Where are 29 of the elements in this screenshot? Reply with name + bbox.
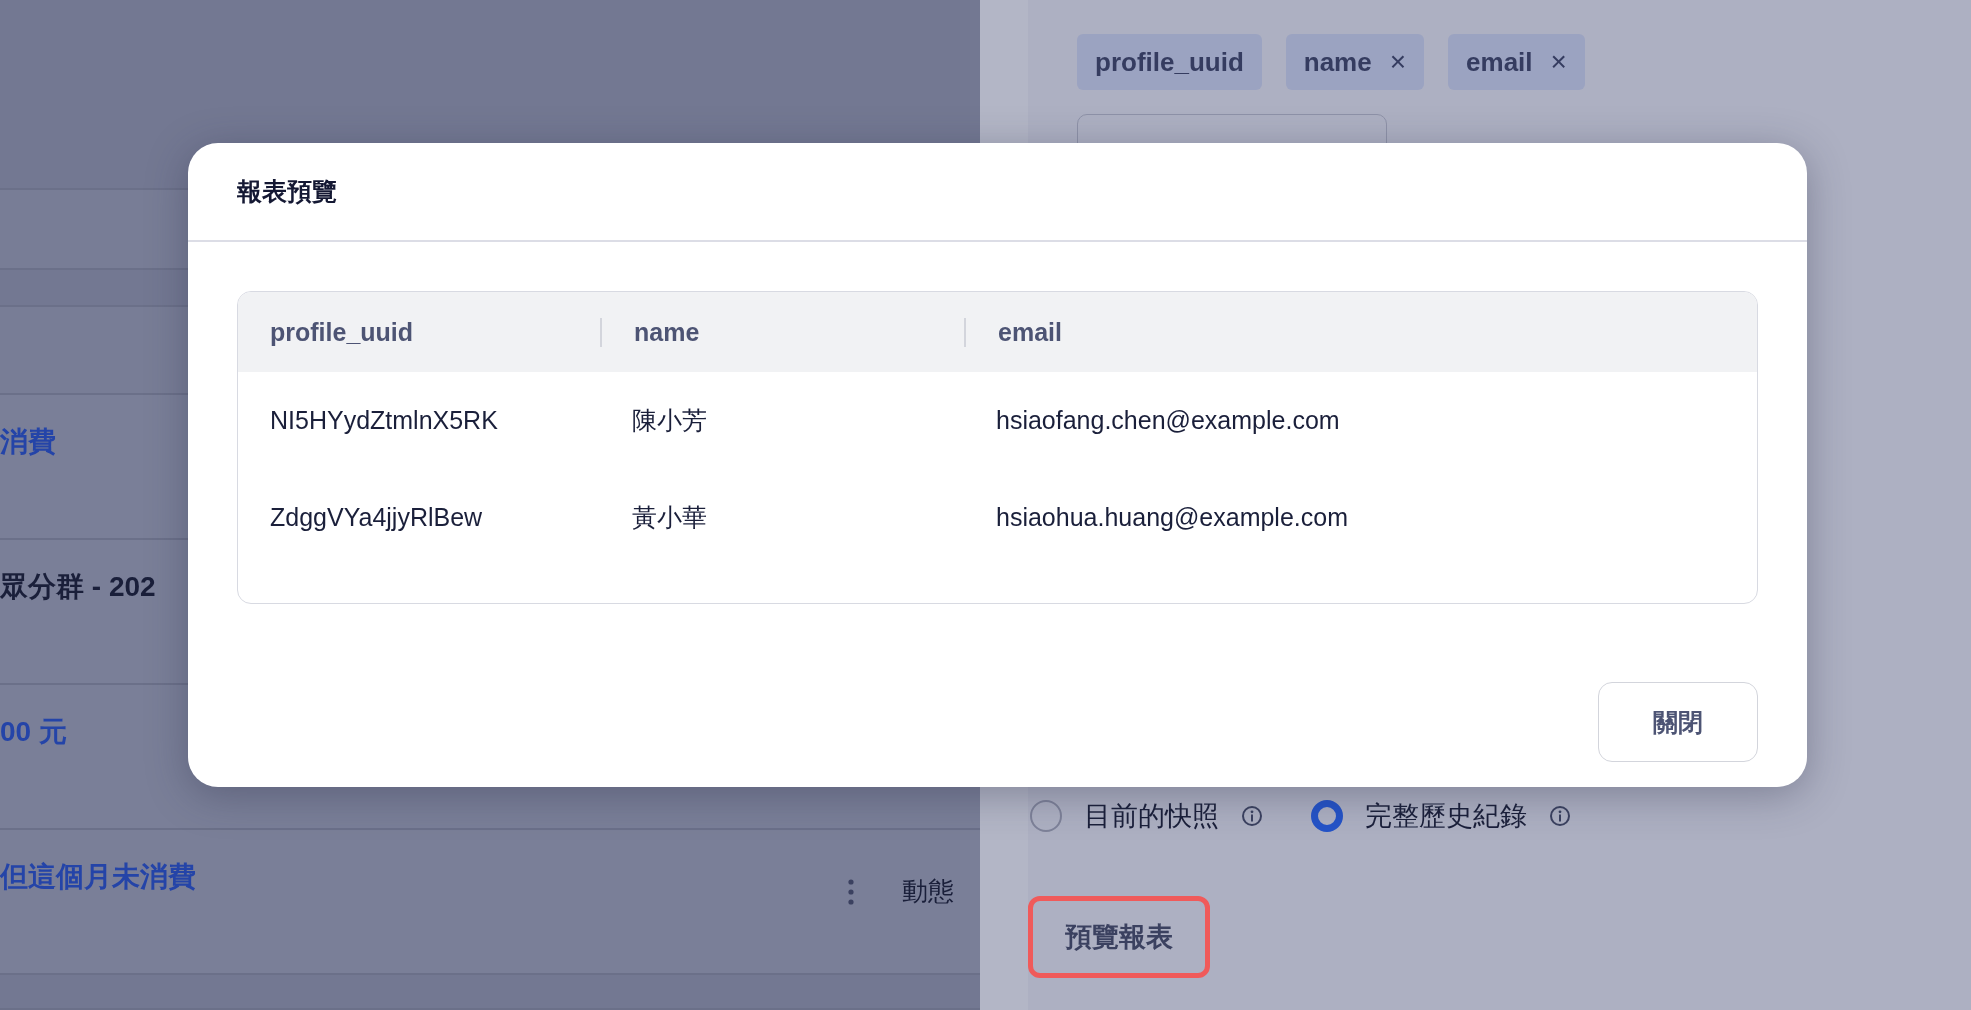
- radio-label: 完整歷史紀錄: [1365, 800, 1527, 833]
- table-cell: 陳小芳: [632, 406, 707, 434]
- tag-label: email: [1466, 46, 1533, 78]
- radio-button[interactable]: [1030, 800, 1062, 832]
- segment-link[interactable]: 00 元: [0, 685, 67, 828]
- column-header: profile_uuid: [270, 317, 414, 346]
- info-icon[interactable]: [1241, 805, 1263, 827]
- table-cell: hsiaohua.huang@example.com: [996, 503, 1348, 531]
- table-cell: hsiaofang.chen@example.com: [996, 406, 1340, 434]
- remove-icon[interactable]: ×: [1389, 46, 1407, 78]
- segment-link[interactable]: 消費: [0, 395, 56, 538]
- more-icon[interactable]: [848, 878, 854, 905]
- tag-label: profile_uuid: [1095, 46, 1244, 78]
- tag-label: name: [1303, 46, 1372, 78]
- table-cell: NI5HYydZtmlnX5RK: [270, 406, 498, 434]
- table-cell: ZdggVYa4jjyRlBew: [270, 503, 483, 531]
- radio-button[interactable]: [1311, 800, 1343, 832]
- segment-title: 眾分群 - 202: [0, 570, 156, 604]
- remove-icon[interactable]: ×: [1550, 46, 1567, 78]
- column-header: email: [998, 317, 1062, 346]
- info-icon[interactable]: [1549, 805, 1571, 827]
- column-header: name: [634, 317, 700, 346]
- preview-report-button[interactable]: 預覽報表: [1028, 896, 1210, 978]
- radio-label: 目前的快照: [1084, 800, 1219, 833]
- close-button[interactable]: 關閉: [1598, 682, 1758, 762]
- segment-type: 動態: [902, 875, 954, 908]
- dialog-title: 報表預覽: [237, 176, 337, 207]
- table-cell: 黃小華: [632, 503, 707, 531]
- segment-link[interactable]: 但這個月未消費: [0, 830, 196, 973]
